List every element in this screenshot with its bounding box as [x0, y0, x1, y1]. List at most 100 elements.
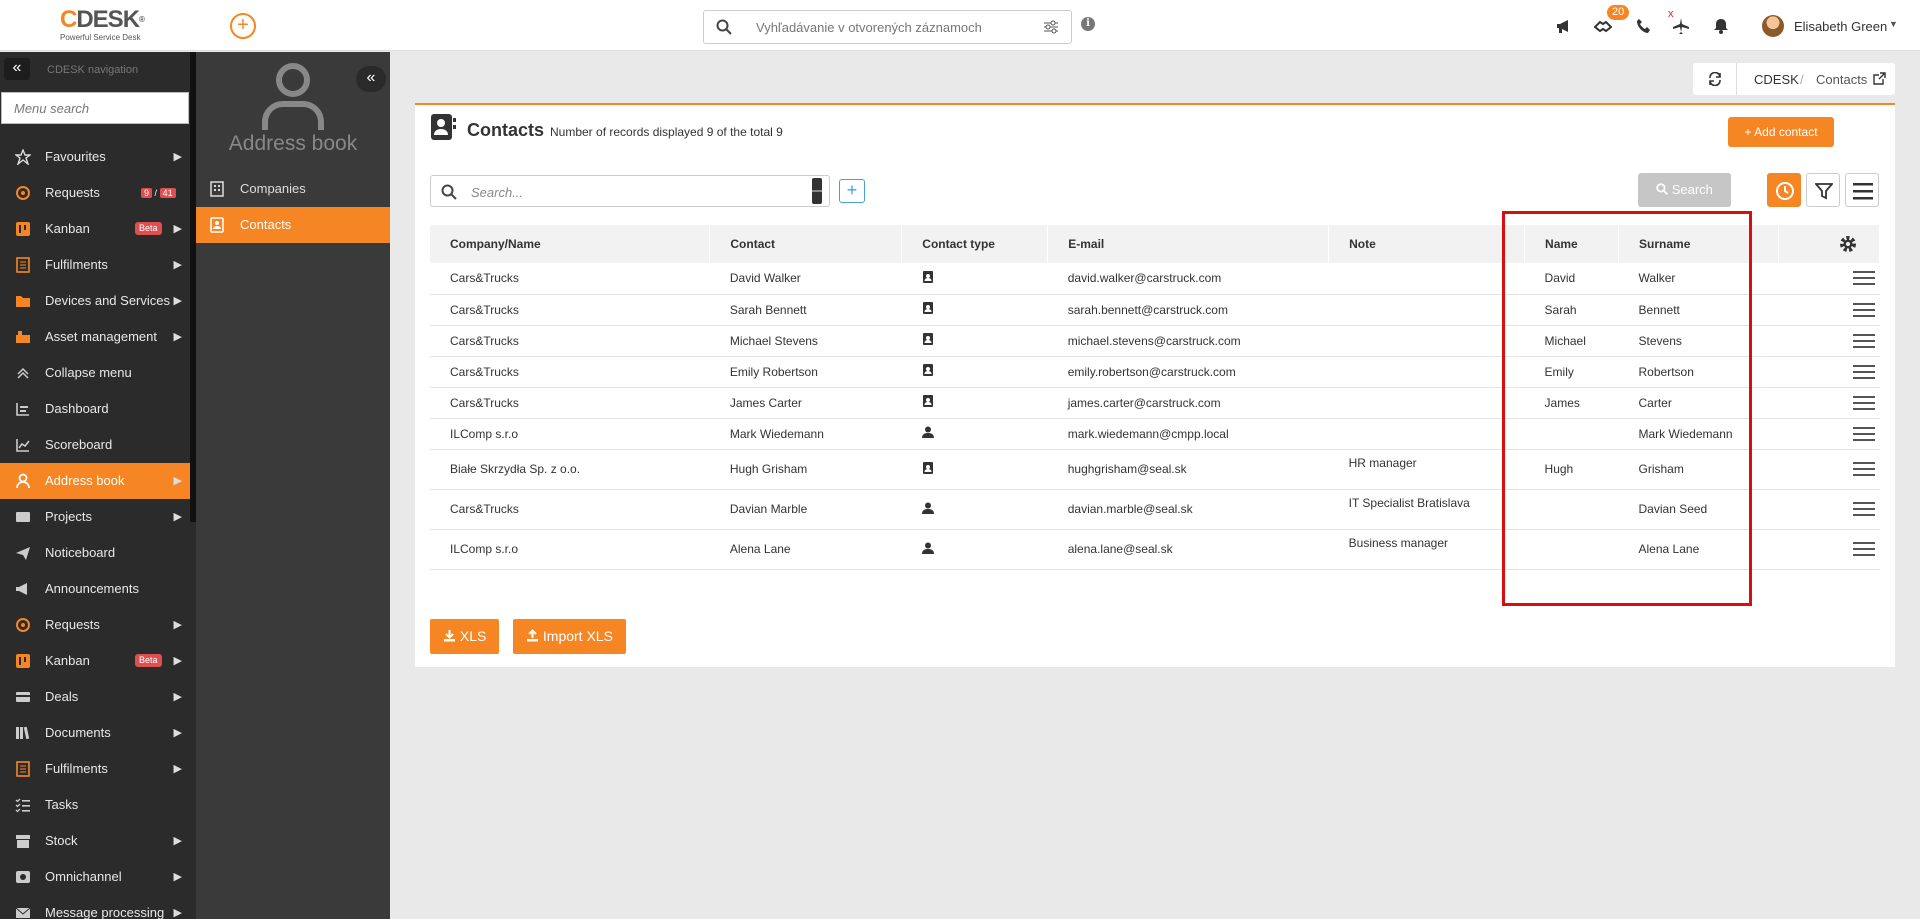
cell-contact-type — [901, 294, 1048, 326]
nav-item-favourites[interactable]: Favourites ▶ — [0, 139, 190, 175]
column-header-contact-type[interactable]: Contact type — [901, 225, 1049, 263]
hamburger-icon[interactable] — [1853, 502, 1876, 516]
refresh-button[interactable] — [1693, 63, 1737, 95]
search-button[interactable]: Search — [1638, 173, 1731, 207]
contacts-search[interactable]: Search... — [430, 175, 830, 207]
global-search[interactable]: Vyhľadávanie v otvorených záznamoch — [703, 10, 1072, 44]
nav-item-deals[interactable]: Deals ▶ — [0, 679, 190, 715]
row-menu-button[interactable] — [1778, 294, 1880, 326]
column-header-company[interactable]: Company/Name — [430, 225, 711, 263]
chevron-right-icon: ▶ — [173, 331, 182, 343]
add-filter-button[interactable]: + — [839, 179, 865, 203]
cell-contact: Alena Lane — [709, 529, 902, 570]
row-menu-button[interactable] — [1778, 449, 1880, 490]
cell-contact: David Walker — [709, 263, 902, 295]
row-menu-button[interactable] — [1778, 263, 1880, 295]
person-icon — [921, 542, 934, 554]
nav-item-scoreboard[interactable]: Scoreboard — [0, 427, 190, 463]
export-xls-button[interactable]: XLS — [430, 619, 500, 654]
external-link-icon[interactable] — [1873, 72, 1886, 85]
sidebar-item-contacts[interactable]: Contacts — [196, 207, 390, 243]
nav-item-label: Stock — [45, 833, 78, 848]
info-icon[interactable]: i — [1081, 17, 1095, 31]
row-menu-button[interactable] — [1778, 529, 1880, 570]
menu-search-input[interactable]: Menu search — [1, 92, 189, 124]
filter-icon — [1815, 183, 1833, 200]
nav-item-fulfilments[interactable]: Fulfilments ▶ — [0, 247, 190, 283]
nav-item-stock[interactable]: Stock ▶ — [0, 823, 190, 859]
cell-contact-type — [901, 489, 1048, 530]
nav-item-label: Requests — [45, 617, 100, 632]
cell-contact: James Carter — [709, 387, 902, 419]
search-toggle-handle[interactable] — [812, 178, 822, 204]
column-header-note[interactable]: Note — [1328, 225, 1526, 263]
sidebar-item-companies[interactable]: Companies — [196, 171, 390, 207]
nav-item-omnichannel[interactable]: Omnichannel ▶ — [0, 859, 190, 895]
breadcrumb-root[interactable]: CDESK — [1754, 72, 1799, 87]
chevron-right-icon: ▶ — [173, 295, 182, 307]
avatar[interactable] — [1762, 15, 1784, 37]
hamburger-icon[interactable] — [1853, 542, 1876, 556]
nav-item-announcements[interactable]: Announcements — [0, 571, 190, 607]
column-header-email[interactable]: E-mail — [1047, 225, 1330, 263]
nav-item-collapse-menu[interactable]: Collapse menu — [0, 355, 190, 391]
kanban-icon — [16, 654, 30, 668]
hamburger-icon[interactable] — [1853, 302, 1876, 317]
nav-item-kanban[interactable]: Kanban Beta ▶ — [0, 643, 190, 679]
collapse-sidebar-button[interactable]: « — [356, 66, 386, 92]
nav-item-noticeboard[interactable]: Noticeboard — [0, 535, 190, 571]
nav-item-dashboard[interactable]: Dashboard — [0, 391, 190, 427]
handshake-icon[interactable] — [1594, 17, 1612, 35]
hamburger-icon[interactable] — [1853, 333, 1876, 348]
hamburger-icon[interactable] — [1853, 426, 1876, 441]
nav-item-requests[interactable]: Requests 9 / 41 — [0, 175, 190, 211]
nav-item-label: Documents — [45, 725, 111, 740]
column-menu-button[interactable] — [1845, 173, 1879, 207]
user-name[interactable]: Elisabeth Green — [1794, 19, 1887, 34]
contacts-search-input[interactable]: Search... — [471, 185, 523, 200]
nav-item-documents[interactable]: Documents ▶ — [0, 715, 190, 751]
column-header-contact[interactable]: Contact — [709, 225, 903, 263]
cell-contact-type — [901, 325, 1048, 357]
filter-button[interactable] — [1806, 173, 1840, 207]
row-menu-button[interactable] — [1778, 356, 1880, 388]
nav-item-requests[interactable]: Requests ▶ — [0, 607, 190, 643]
import-xls-button[interactable]: Import XLS — [513, 619, 626, 654]
cdesk-logo[interactable]: CDESK® Powerful Service Desk — [60, 8, 145, 43]
airplane-icon[interactable] — [1672, 17, 1690, 35]
row-menu-button[interactable] — [1778, 387, 1880, 419]
nav-item-tasks[interactable]: Tasks — [0, 787, 190, 823]
nav-item-label: Fulfilments — [45, 257, 108, 272]
column-settings[interactable] — [1778, 225, 1881, 263]
row-menu-button[interactable] — [1778, 489, 1880, 530]
dashboard-icon — [16, 403, 29, 416]
cell-company: Cars&Trucks — [430, 356, 710, 388]
nav-item-devices-and-services[interactable]: Devices and Services ▶ — [0, 283, 190, 319]
hamburger-icon[interactable] — [1853, 462, 1876, 476]
gear-icon[interactable] — [1839, 235, 1857, 253]
deals-icon — [16, 692, 30, 702]
nav-item-message-processing[interactable]: Message processing ▶ — [0, 895, 190, 919]
row-menu-button[interactable] — [1778, 418, 1880, 450]
search-settings-icon[interactable] — [1043, 20, 1059, 34]
row-menu-button[interactable] — [1778, 325, 1880, 357]
quick-add-button[interactable]: + — [230, 13, 256, 39]
history-button[interactable] — [1767, 173, 1801, 207]
add-contact-button[interactable]: + Add contact — [1728, 117, 1834, 147]
hamburger-icon[interactable] — [1853, 395, 1876, 410]
nav-item-projects[interactable]: Projects ▶ — [0, 499, 190, 535]
tasks-icon — [15, 798, 30, 813]
chevron-down-icon[interactable]: ▼ — [1889, 19, 1898, 29]
nav-item-asset-management[interactable]: Asset management ▶ — [0, 319, 190, 355]
global-search-input[interactable]: Vyhľadávanie v otvorených záznamoch — [756, 20, 982, 35]
nav-item-fulfilments[interactable]: Fulfilments ▶ — [0, 751, 190, 787]
bell-icon[interactable] — [1712, 17, 1730, 35]
phone-icon[interactable] — [1635, 17, 1653, 35]
hamburger-icon[interactable] — [1853, 364, 1876, 379]
nav-item-label: Collapse menu — [45, 365, 132, 380]
collapse-nav-button[interactable]: « — [4, 58, 30, 80]
nav-item-address-book[interactable]: Address book ▶ — [0, 463, 190, 499]
nav-item-kanban[interactable]: Kanban Beta ▶ — [0, 211, 190, 247]
megaphone-icon[interactable] — [1555, 17, 1573, 35]
hamburger-icon[interactable] — [1853, 271, 1876, 286]
